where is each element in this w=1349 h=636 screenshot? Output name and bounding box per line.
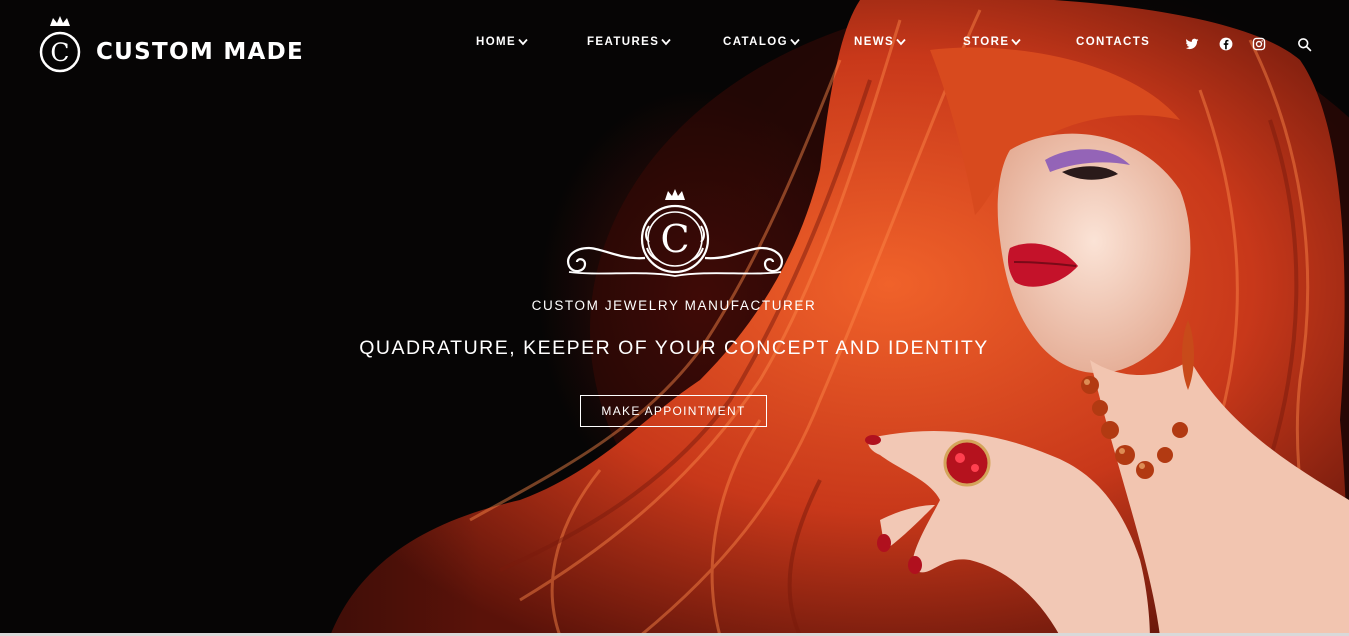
search-icon[interactable] [1297,37,1312,52]
chevron-down-icon [790,38,800,46]
chevron-down-icon [518,38,528,46]
nav-label-store: STORE [963,36,1010,48]
emblem-initial: C [660,217,689,261]
twitter-icon[interactable] [1185,37,1199,51]
hero-model-image [0,0,1349,636]
chevron-down-icon [1011,38,1022,46]
chevron-down-icon [896,38,906,46]
logo-initial: C [50,38,69,67]
nav-item-catalog[interactable]: CATALOG [723,36,800,48]
nav-item-home[interactable]: HOME [476,36,528,48]
nav-label-catalog: CATALOG [723,36,788,48]
nav-label-contacts: CONTACTS [1076,36,1151,48]
nav-label-features: FEATURES [587,36,660,48]
nav-item-features[interactable]: FEATURES [587,36,672,48]
hero-headline: QUADRATURE, KEEPER OF YOUR CONCEPT AND I… [359,337,989,359]
hero-subtitle: CUSTOM JEWELRY MANUFACTURER [531,298,817,313]
make-appointment-button[interactable]: MAKE APPOINTMENT [580,395,767,427]
chevron-down-icon [661,38,672,46]
facebook-icon[interactable] [1219,37,1233,51]
nav-label-home: HOME [476,36,517,48]
brand-logo[interactable]: C CUSTOM MADE [38,16,304,76]
brand-name: CUSTOM MADE [96,39,305,65]
nav-item-store[interactable]: STORE [963,36,1022,48]
nav-item-news[interactable]: NEWS [854,36,906,48]
nav-label-news: NEWS [854,36,895,48]
nav-item-contacts[interactable]: CONTACTS [1076,36,1150,48]
hero-banner: C CUSTOM MADE HOME FEATURES CATALOG NEWS… [0,0,1349,636]
crown-c-logo-icon: C [39,16,81,73]
instagram-icon[interactable] [1252,37,1266,51]
crest-emblem-icon: C [567,189,783,277]
